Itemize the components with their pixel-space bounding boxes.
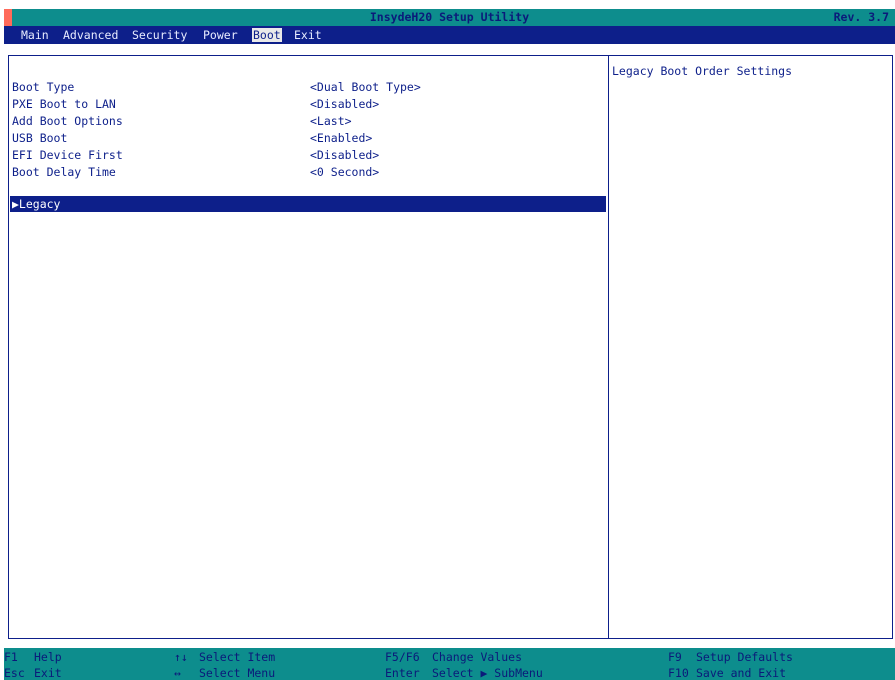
- help-description: Legacy Boot Order Settings: [612, 64, 793, 78]
- esc-key: Esc: [4, 666, 25, 680]
- setting-efi-device-first-value[interactable]: <Disabled>: [310, 148, 379, 162]
- help-panel-divider: [608, 55, 609, 639]
- select-submenu-label: Select ▶ SubMenu: [432, 666, 543, 680]
- key-help-bar: F1 Help Esc Exit ↑↓ Select Item ↔ Select…: [4, 648, 895, 680]
- menu-bar: Main Advanced Security Power Boot Exit: [4, 26, 895, 44]
- select-item-label: Select Item: [199, 650, 276, 664]
- setting-add-boot-options-label[interactable]: Add Boot Options: [12, 114, 123, 128]
- setting-pxe-boot-label[interactable]: PXE Boot to LAN: [12, 97, 116, 111]
- setting-efi-device-first-label[interactable]: EFI Device First: [12, 148, 123, 162]
- setting-boot-type-value[interactable]: <Dual Boot Type>: [310, 80, 421, 94]
- title-accent-mark: [4, 9, 12, 26]
- f10-key: F10: [668, 666, 689, 680]
- submenu-legacy[interactable]: ▶Legacy: [12, 197, 60, 211]
- f1-key: F1: [4, 650, 18, 664]
- revision-label: Rev. 3.7: [833, 10, 889, 24]
- f1-help-label: Help: [34, 650, 62, 664]
- enter-key: Enter: [385, 666, 420, 680]
- tab-advanced[interactable]: Advanced: [62, 28, 119, 42]
- setting-add-boot-options-value[interactable]: <Last>: [310, 114, 352, 128]
- f5f6-key: F5/F6: [385, 650, 420, 664]
- tab-main[interactable]: Main: [20, 28, 50, 42]
- title-bar: InsydeH20 Setup Utility Rev. 3.7: [4, 9, 895, 26]
- setting-boot-delay-label[interactable]: Boot Delay Time: [12, 165, 116, 179]
- app-title: InsydeH20 Setup Utility: [369, 10, 530, 24]
- leftright-arrows-icon: ↔: [174, 666, 181, 680]
- tab-boot[interactable]: Boot: [252, 28, 282, 42]
- esc-exit-label: Exit: [34, 666, 62, 680]
- setting-pxe-boot-value[interactable]: <Disabled>: [310, 97, 379, 111]
- tab-exit[interactable]: Exit: [293, 28, 323, 42]
- f9-key: F9: [668, 650, 682, 664]
- updown-arrows-icon: ↑↓: [174, 650, 188, 664]
- setting-usb-boot-label[interactable]: USB Boot: [12, 131, 67, 145]
- setting-usb-boot-value[interactable]: <Enabled>: [310, 131, 372, 145]
- save-and-exit-label: Save and Exit: [696, 666, 787, 680]
- select-menu-label: Select Menu: [199, 666, 276, 680]
- tab-power[interactable]: Power: [202, 28, 239, 42]
- setting-boot-type-label[interactable]: Boot Type: [12, 80, 74, 94]
- selected-row-highlight: [10, 196, 606, 212]
- setting-boot-delay-value[interactable]: <0 Second>: [310, 165, 379, 179]
- setup-defaults-label: Setup Defaults: [696, 650, 793, 664]
- change-values-label: Change Values: [432, 650, 523, 664]
- tab-security[interactable]: Security: [131, 28, 188, 42]
- main-panel: [8, 55, 893, 639]
